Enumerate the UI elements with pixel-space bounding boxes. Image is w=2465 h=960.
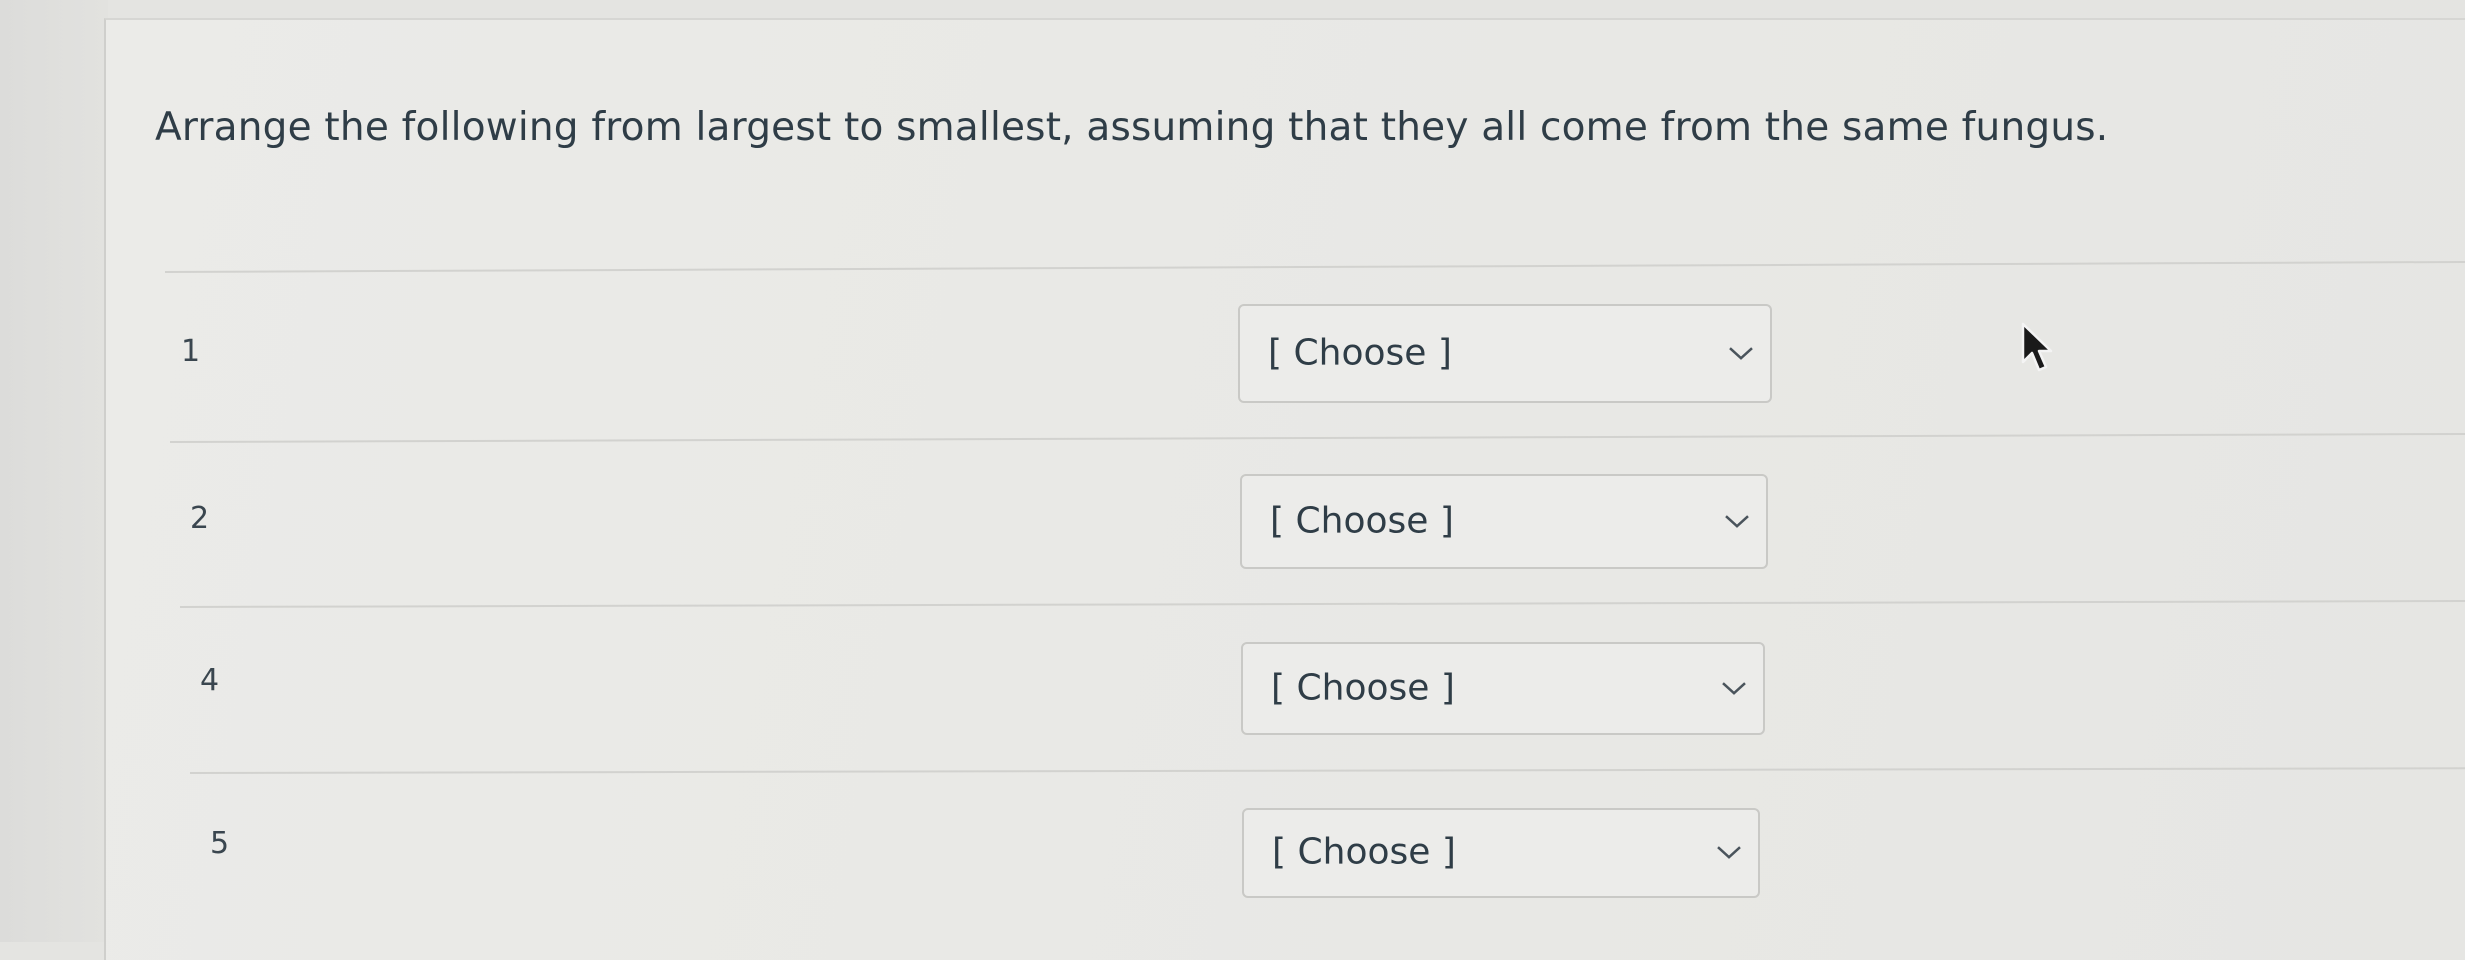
- row-number: 5: [210, 826, 230, 861]
- question-prompt: Arrange the following from largest to sm…: [155, 105, 2109, 150]
- row-number: 2: [190, 501, 210, 536]
- chevron-down-icon: [1729, 346, 1753, 360]
- answer-select[interactable]: [ Choose ]: [1241, 642, 1765, 735]
- row-number: 1: [181, 334, 201, 369]
- select-value: [ Choose ]: [1272, 831, 1456, 873]
- row-number: 4: [200, 663, 220, 698]
- answer-select[interactable]: [ Choose ]: [1242, 808, 1760, 898]
- select-value: [ Choose ]: [1268, 332, 1452, 374]
- answer-select[interactable]: [ Choose ]: [1240, 474, 1768, 569]
- mouse-cursor-icon: [2021, 322, 2053, 372]
- chevron-down-icon: [1717, 846, 1741, 859]
- select-value: [ Choose ]: [1271, 667, 1455, 709]
- left-gutter: [0, 0, 108, 942]
- chevron-down-icon: [1725, 514, 1749, 528]
- answer-select[interactable]: [ Choose ]: [1238, 304, 1772, 403]
- chevron-down-icon: [1722, 681, 1746, 695]
- select-value: [ Choose ]: [1270, 500, 1454, 542]
